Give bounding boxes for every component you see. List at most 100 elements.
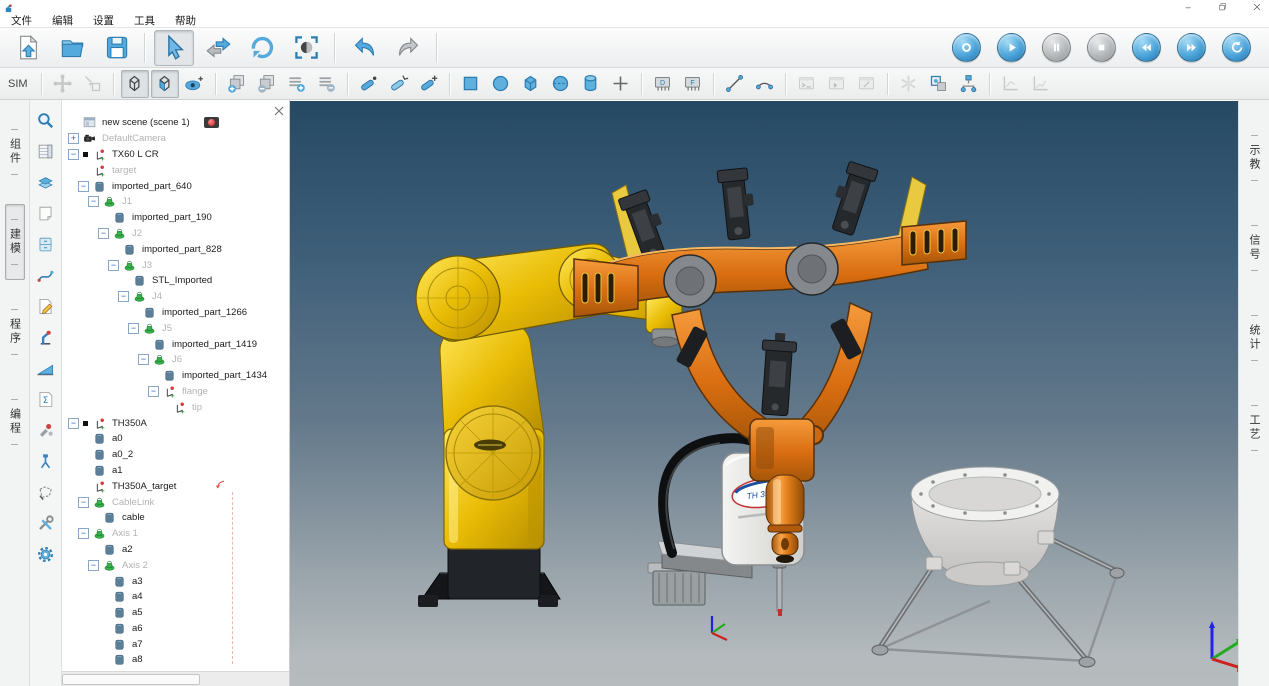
eye-add-button[interactable] [181, 70, 209, 98]
tree-item[interactable]: tip [64, 399, 287, 415]
tree-expander-minus[interactable]: − [88, 560, 99, 571]
arc-points-button[interactable] [751, 70, 779, 98]
ramp-tool-button[interactable] [35, 358, 57, 378]
center-view-tool-button[interactable] [286, 30, 326, 66]
tree-item[interactable]: −flange [64, 384, 287, 400]
left-tab-编程[interactable]: 编程 [5, 384, 25, 460]
tree-item[interactable]: −TH350A [64, 415, 287, 431]
tree-expander-minus[interactable]: − [68, 149, 79, 160]
tree-item[interactable]: a3 [64, 573, 287, 589]
pause-button[interactable] [1042, 33, 1071, 62]
tree-expander-plus[interactable]: + [68, 133, 79, 144]
probe-point-button[interactable] [355, 70, 383, 98]
tree-item[interactable]: imported_part_1266 [64, 305, 287, 321]
save-file-button[interactable] [96, 30, 136, 66]
select-tool-button[interactable] [154, 30, 194, 66]
menu-item-0[interactable]: 文件 [8, 13, 35, 28]
menu-item-3[interactable]: 工具 [131, 13, 158, 28]
tree-item[interactable]: STL_Imported [64, 273, 287, 289]
redo-button[interactable] [388, 30, 428, 66]
tree-expander-minus[interactable]: − [118, 291, 129, 302]
survey-tool-tool-button[interactable] [35, 451, 57, 471]
cube-wire-button[interactable] [121, 70, 149, 98]
tree-expander-minus[interactable]: − [78, 181, 89, 192]
shape-cross-button[interactable] [607, 70, 635, 98]
zoom-tool-button[interactable] [35, 110, 57, 130]
tree-item[interactable]: −J6 [64, 352, 287, 368]
3d-viewport[interactable]: TH 350A [290, 100, 1238, 686]
tree-item[interactable]: +DefaultCamera [64, 131, 287, 147]
tree-item[interactable]: a6 [64, 621, 287, 637]
tree-horizontal-scrollbar[interactable] [62, 671, 289, 686]
open-file-button[interactable] [52, 30, 92, 66]
tree-item[interactable]: TH350A_target [64, 478, 287, 494]
tree-expander-minus[interactable]: − [108, 260, 119, 271]
record-button[interactable] [952, 33, 981, 62]
gear-tool-button[interactable] [35, 544, 57, 564]
copy-remove-button[interactable] [253, 70, 281, 98]
tree-expander-minus[interactable]: − [78, 497, 89, 508]
doc-edit-tool-button[interactable] [35, 296, 57, 316]
tree-item[interactable]: a0 [64, 431, 287, 447]
tree-item[interactable]: new scene (scene 1) [64, 115, 287, 131]
tree-item[interactable]: a8 [64, 652, 287, 668]
tree-item[interactable]: imported_part_828 [64, 241, 287, 257]
tree-expander-minus[interactable]: − [98, 228, 109, 239]
tree-item[interactable]: −Axis 1 [64, 526, 287, 542]
record-badge[interactable] [204, 117, 219, 128]
panel-close-icon[interactable] [274, 103, 284, 113]
tree-item[interactable]: a0_2 [64, 447, 287, 463]
tree-item[interactable]: a5 [64, 605, 287, 621]
rewind-button[interactable] [1132, 33, 1161, 62]
menu-item-4[interactable]: 帮助 [172, 13, 199, 28]
tree-expander-minus[interactable]: − [138, 354, 149, 365]
move-tool-button[interactable] [198, 30, 238, 66]
reset-button[interactable] [1222, 33, 1251, 62]
right-tab-统计[interactable]: 统计 [1244, 300, 1264, 376]
minimize-button[interactable] [1183, 1, 1195, 12]
close-button[interactable] [1251, 1, 1263, 12]
tree-item[interactable]: target [64, 162, 287, 178]
probe-angle-button[interactable] [385, 70, 413, 98]
layers-tool-button[interactable] [35, 172, 57, 192]
tree-item[interactable]: a4 [64, 589, 287, 605]
tree-item[interactable]: a2 [64, 542, 287, 558]
shape-cylinder-button[interactable] [577, 70, 605, 98]
menu-item-2[interactable]: 设置 [90, 13, 117, 28]
tree-item[interactable]: imported_part_1434 [64, 368, 287, 384]
dh-robot-tool-button[interactable] [35, 327, 57, 347]
shape-square-button[interactable] [457, 70, 485, 98]
scrollbar-thumb[interactable] [62, 674, 200, 685]
tree-item[interactable]: −J3 [64, 257, 287, 273]
tree-item[interactable]: −TX60 L CR [64, 147, 287, 163]
sigma-doc-tool-button[interactable]: Σ [35, 389, 57, 409]
chip-d-button[interactable]: D [649, 70, 677, 98]
stop-button[interactable] [1087, 33, 1116, 62]
tree-expander-minus[interactable]: − [68, 418, 79, 429]
probe-cross-button[interactable] [415, 70, 443, 98]
tree-item[interactable]: cable [64, 510, 287, 526]
menu-item-1[interactable]: 编辑 [49, 13, 76, 28]
right-tab-信号[interactable]: 信号 [1244, 210, 1264, 286]
right-tab-示教[interactable]: 示教 [1244, 120, 1264, 196]
copy-add-button[interactable] [223, 70, 251, 98]
shape-sphere-slice-button[interactable] [547, 70, 575, 98]
shape-box-button[interactable] [517, 70, 545, 98]
tree-item[interactable]: −J1 [64, 194, 287, 210]
tree-item[interactable]: −CableLink [64, 494, 287, 510]
tree-item[interactable]: imported_part_1419 [64, 336, 287, 352]
tree-item[interactable]: imported_part_190 [64, 210, 287, 226]
tree-item[interactable]: a7 [64, 636, 287, 652]
tree-item[interactable]: −J2 [64, 226, 287, 242]
lasso-tool-button[interactable] [35, 482, 57, 502]
tree-expander-minus[interactable]: − [88, 196, 99, 207]
chip-f-button[interactable]: F [679, 70, 707, 98]
layers-link-button[interactable] [925, 70, 953, 98]
tree-expander-minus[interactable]: − [148, 386, 159, 397]
left-tab-组件[interactable]: 组件 [5, 114, 25, 190]
rotate-tool-button[interactable] [242, 30, 282, 66]
tree-item[interactable]: a1 [64, 463, 287, 479]
rows-remove-button[interactable] [313, 70, 341, 98]
left-tab-建模[interactable]: 建模 [5, 204, 25, 280]
line-points-button[interactable] [721, 70, 749, 98]
